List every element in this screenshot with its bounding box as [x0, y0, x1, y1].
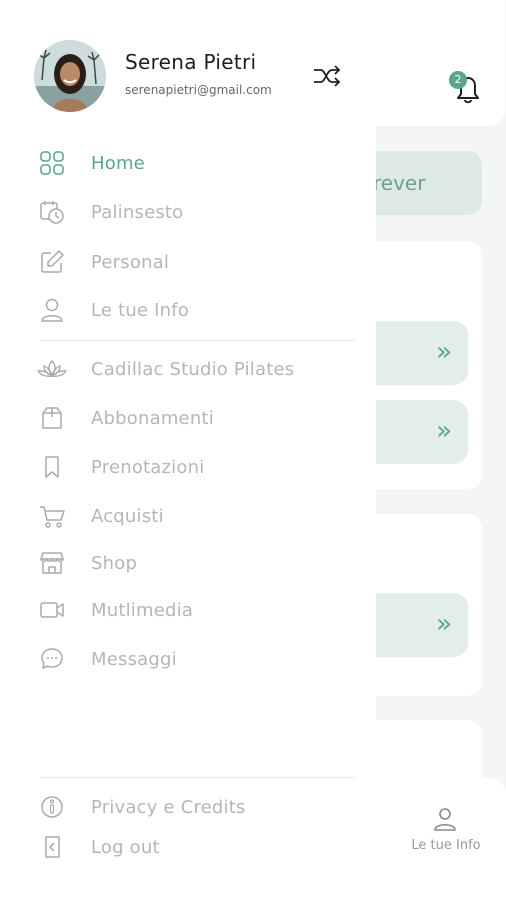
menu-item-label: Log out — [91, 836, 160, 858]
user-icon — [41, 298, 63, 322]
chat-icon — [41, 648, 63, 669]
menu-item-abbonamenti[interactable]: Abbonamenti — [36, 398, 336, 438]
divider — [40, 340, 356, 341]
video-icon — [40, 602, 64, 618]
menu-item-prenotazioni[interactable]: Prenotazioni — [36, 447, 336, 487]
menu-item-label: Privacy e Credits — [91, 796, 246, 818]
menu-item-palinsesto[interactable]: Palinsesto — [36, 192, 336, 232]
menu-item-label: Personal — [91, 251, 170, 273]
menu-item-studio[interactable]: Cadillac Studio Pilates — [36, 349, 336, 389]
avatar[interactable] — [34, 40, 106, 112]
menu-item-shop[interactable]: Shop — [36, 543, 336, 583]
calendar-clock-icon — [40, 201, 64, 224]
bottom-nav-label[interactable]: Le tue Info — [396, 838, 496, 853]
menu-item-label: Shop — [91, 552, 138, 574]
menu-item-label: Messaggi — [91, 648, 177, 670]
navigation-drawer: Serena Pietri serenapietri@gmail.com Hom… — [0, 0, 376, 900]
menu-item-privacy[interactable]: Privacy e Credits — [36, 787, 336, 827]
menu-item-home[interactable]: Home — [36, 143, 336, 183]
info-icon — [41, 796, 63, 818]
menu-item-messaggi[interactable]: Messaggi — [36, 639, 336, 679]
menu-item-personal[interactable]: Personal — [36, 242, 336, 282]
store-icon — [40, 552, 64, 574]
lotus-icon — [36, 360, 68, 377]
menu-item-multimedia[interactable]: Mutlimedia — [36, 590, 336, 630]
cart-icon — [40, 506, 65, 528]
bookmark-icon — [45, 456, 59, 478]
user-icon[interactable] — [431, 805, 459, 833]
menu-item-logout[interactable]: Log out — [36, 827, 336, 867]
edit-icon — [41, 250, 64, 273]
user-email: serenapietri@gmail.com — [125, 83, 272, 97]
avatar-photo-icon — [34, 40, 106, 112]
menu-item-label: Le tue Info — [91, 299, 190, 321]
box-icon — [42, 407, 62, 429]
menu-item-le-tue-info[interactable]: Le tue Info — [36, 290, 336, 330]
menu-item-label: Abbonamenti — [91, 407, 214, 429]
menu-item-label: Mutlimedia — [91, 599, 194, 621]
menu-item-label: Palinsesto — [91, 201, 184, 223]
menu-item-acquisti[interactable]: Acquisti — [36, 496, 336, 536]
grid-icon — [40, 151, 64, 175]
user-name: Serena Pietri — [125, 50, 257, 74]
menu-item-label: Cadillac Studio Pilates — [91, 358, 295, 380]
menu-item-label: Home — [91, 152, 145, 174]
divider — [40, 777, 356, 778]
menu-item-label: Acquisti — [91, 505, 164, 527]
notification-badge: 2 — [449, 71, 467, 89]
menu-item-label: Prenotazioni — [91, 456, 205, 478]
shuffle-icon[interactable] — [311, 62, 343, 90]
logout-icon — [45, 836, 60, 858]
